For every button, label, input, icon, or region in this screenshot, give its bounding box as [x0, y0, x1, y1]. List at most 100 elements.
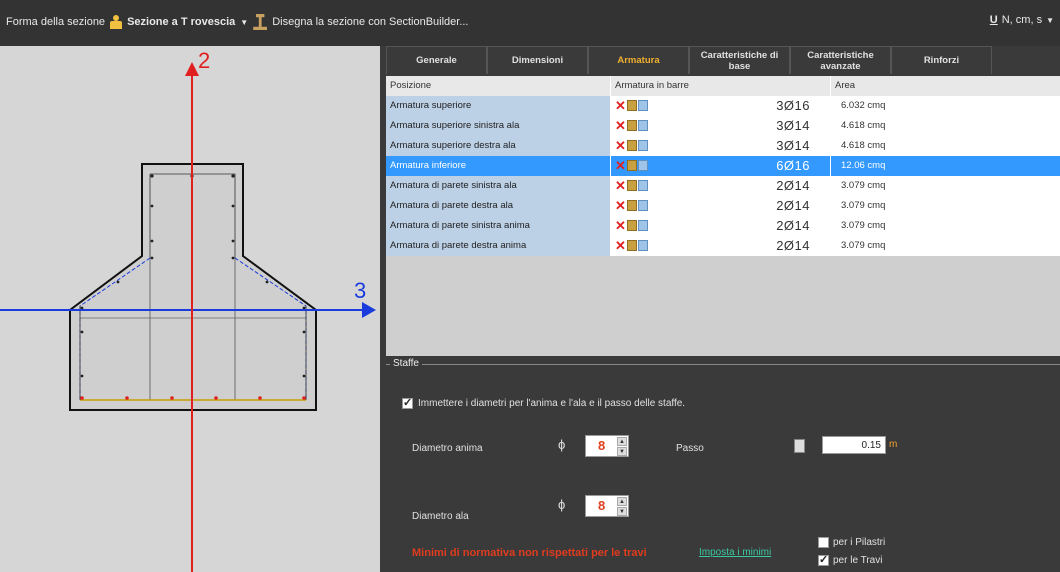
units-selector[interactable]: U N, cm, s ▼	[990, 14, 1054, 26]
edit-icon[interactable]	[626, 160, 637, 171]
copy-icon[interactable]	[637, 120, 648, 131]
row-bars-cell[interactable]: ✕ 3Ø16	[611, 96, 831, 116]
toolbar: Forma della sezione Sezione a T rovescia…	[0, 0, 1060, 46]
norm-warning: Minimi di normativa non rispettati per l…	[412, 547, 647, 559]
row-actions: ✕	[615, 199, 648, 212]
section-type-dropdown[interactable]: Sezione a T rovescia	[127, 16, 235, 28]
copy-icon[interactable]	[637, 220, 648, 231]
enter-diameters-label: Immettere i diametri per l'anima e l'ala…	[418, 398, 686, 409]
edit-icon[interactable]	[626, 140, 637, 151]
copy-icon[interactable]	[637, 160, 648, 171]
row-area: 6.032 cmq	[831, 96, 1060, 116]
header-position[interactable]: Posizione	[386, 76, 611, 96]
section-builder-icon	[253, 14, 268, 30]
row-bars-cell[interactable]: ✕ 3Ø14	[611, 136, 831, 156]
units-icon: U	[989, 14, 998, 26]
calculator-icon[interactable]	[794, 439, 805, 453]
stepper-up-icon[interactable]: ▲	[617, 437, 627, 446]
header-area[interactable]: Area	[831, 76, 1060, 96]
delete-icon[interactable]: ✕	[615, 199, 626, 212]
chevron-down-icon[interactable]: ▼	[240, 18, 248, 27]
axis-2-label: 2	[198, 48, 210, 73]
table-row[interactable]: Armatura di parete sinistra anima ✕ 2Ø14 3.…	[386, 216, 1060, 236]
tab-caratteristiche-avanzate[interactable]: Caratteristiche avanzate	[790, 46, 891, 74]
axis-3-arrow	[362, 302, 376, 318]
web-diameter-stepper[interactable]: 8 ▲ ▼	[585, 435, 629, 457]
tab-armatura[interactable]: Armatura	[588, 46, 689, 74]
delete-icon[interactable]: ✕	[615, 99, 626, 112]
delete-icon[interactable]: ✕	[615, 179, 626, 192]
delete-icon[interactable]: ✕	[615, 219, 626, 232]
row-bars: 3Ø14	[776, 138, 810, 153]
row-actions: ✕	[615, 179, 648, 192]
row-bars: 2Ø14	[776, 238, 810, 253]
row-position: Armatura superiore	[386, 96, 611, 116]
enter-diameters-checkbox[interactable]	[402, 396, 413, 409]
copy-icon[interactable]	[637, 140, 648, 151]
row-actions: ✕	[615, 119, 648, 132]
row-actions: ✕	[615, 139, 648, 152]
stepper-up-icon[interactable]: ▲	[617, 497, 627, 506]
row-area: 3.079 cmq	[831, 216, 1060, 236]
row-bars: 3Ø14	[776, 118, 810, 133]
table-row[interactable]: Armatura superiore sinistra ala ✕ 3Ø14 4.61…	[386, 116, 1060, 136]
row-position: Armatura di parete sinistra anima	[386, 216, 611, 236]
section-drawing: 3 2	[0, 48, 376, 572]
section-drawing-panel[interactable]: 3 2	[0, 46, 380, 572]
row-bars-cell[interactable]: ✕ 2Ø14	[611, 176, 831, 196]
stepper-down-icon[interactable]: ▼	[617, 507, 627, 516]
table-row[interactable]: Armatura di parete destra ala ✕ 2Ø14 3.079 …	[386, 196, 1060, 216]
row-bars-cell[interactable]: ✕ 6Ø16	[611, 156, 831, 176]
delete-icon[interactable]: ✕	[615, 159, 626, 172]
table-row[interactable]: Armatura inferiore ✕ 6Ø16 12.06 cmq	[386, 156, 1060, 176]
delete-icon[interactable]: ✕	[615, 119, 626, 132]
edit-icon[interactable]	[626, 220, 637, 231]
flange-diameter-stepper[interactable]: 8 ▲ ▼	[585, 495, 629, 517]
phi-icon: ϕ	[558, 497, 566, 512]
edit-icon[interactable]	[626, 120, 637, 131]
table-row[interactable]: Armatura superiore destra ala ✕ 3Ø14 4.618 …	[386, 136, 1060, 156]
delete-icon[interactable]: ✕	[615, 239, 626, 252]
tab-rinforzi[interactable]: Rinforzi	[891, 46, 992, 74]
row-position: Armatura di parete sinistra ala	[386, 176, 611, 196]
row-bars-cell[interactable]: ✕ 2Ø14	[611, 216, 831, 236]
row-bars-cell[interactable]: ✕ 3Ø14	[611, 116, 831, 136]
properties-panel: Generale Dimensioni Armatura Caratterist…	[380, 46, 1060, 572]
copy-icon[interactable]	[637, 200, 648, 211]
spacing-unit: m	[889, 439, 898, 450]
copy-icon[interactable]	[637, 240, 648, 251]
edit-icon[interactable]	[626, 180, 637, 191]
web-diameter-label: Diametro anima	[412, 443, 483, 454]
table-row[interactable]: Armatura di parete sinistra ala ✕ 2Ø14 3.07…	[386, 176, 1060, 196]
row-position: Armatura superiore destra ala	[386, 136, 611, 156]
copy-icon[interactable]	[637, 100, 648, 111]
row-bars: 6Ø16	[776, 158, 810, 173]
phi-icon: ϕ	[558, 437, 566, 452]
web-diameter-value: 8	[598, 438, 606, 453]
edit-icon[interactable]	[626, 240, 637, 251]
row-bars-cell[interactable]: ✕ 2Ø14	[611, 196, 831, 216]
for-columns-checkbox[interactable]	[818, 537, 829, 548]
tab-generale[interactable]: Generale	[386, 46, 487, 74]
spacing-input[interactable]: 0.15	[822, 436, 886, 454]
app-window: Forma della sezione Sezione a T rovescia…	[0, 0, 1060, 572]
table-row[interactable]: Armatura superiore ✕ 3Ø16 6.032 cmq	[386, 96, 1060, 116]
toolbar-left: Forma della sezione Sezione a T rovescia…	[6, 14, 469, 30]
for-beams-checkbox[interactable]	[818, 553, 829, 566]
row-actions: ✕	[615, 219, 648, 232]
row-area: 3.079 cmq	[831, 196, 1060, 216]
row-bars-cell[interactable]: ✕ 2Ø14	[611, 236, 831, 256]
copy-icon[interactable]	[637, 180, 648, 191]
table-row[interactable]: Armatura di parete destra anima ✕ 2Ø14 3.07…	[386, 236, 1060, 256]
row-area: 4.618 cmq	[831, 136, 1060, 156]
edit-icon[interactable]	[626, 200, 637, 211]
header-bars[interactable]: Armatura in barre	[611, 76, 831, 96]
section-builder-button[interactable]: Disegna la sezione con SectionBuilder...	[272, 16, 468, 28]
tab-caratteristiche-base[interactable]: Caratteristiche di base	[689, 46, 790, 74]
reinforcement-grid: Posizione Armatura in barre Area Armatur…	[386, 76, 1060, 356]
stepper-down-icon[interactable]: ▼	[617, 447, 627, 456]
edit-icon[interactable]	[626, 100, 637, 111]
delete-icon[interactable]: ✕	[615, 139, 626, 152]
tab-dimensioni[interactable]: Dimensioni	[487, 46, 588, 74]
set-minimums-link[interactable]: Imposta i minimi	[699, 547, 771, 558]
